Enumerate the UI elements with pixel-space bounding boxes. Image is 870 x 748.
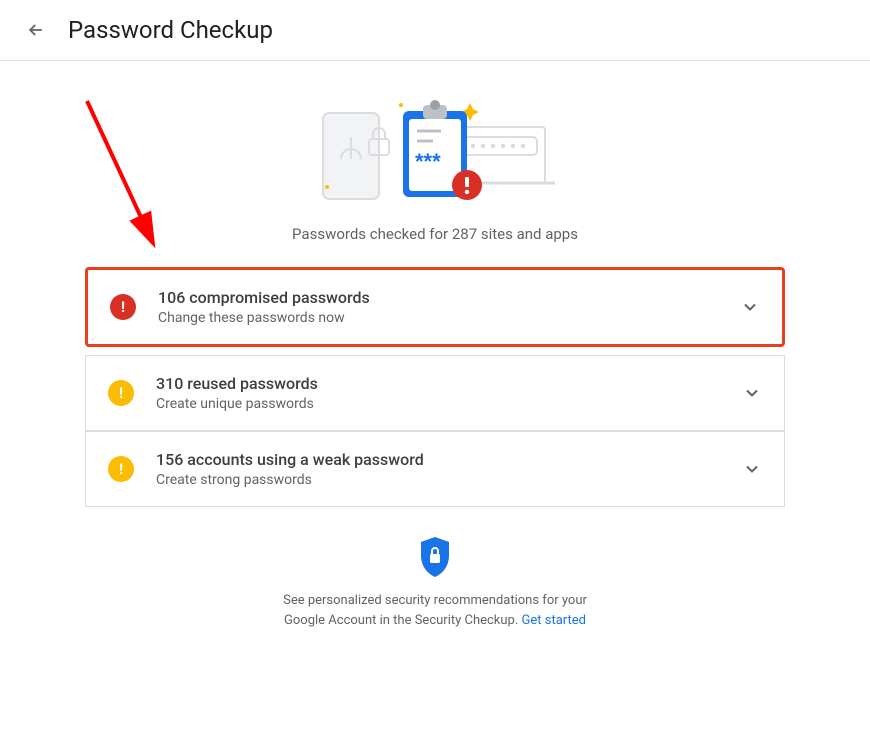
- card-body: 106 compromised passwords Change these p…: [158, 288, 728, 326]
- checked-summary-text: Passwords checked for 287 sites and apps: [85, 225, 785, 243]
- warning-icon: !: [108, 380, 134, 406]
- chevron-down-icon: [742, 459, 762, 479]
- svg-text:***: ***: [415, 149, 441, 174]
- card-body: 156 accounts using a weak password Creat…: [156, 450, 730, 488]
- card-title: 106 compromised passwords: [158, 288, 728, 307]
- alert-icon: !: [110, 294, 136, 320]
- main-content: *** Passwords checked for 287 sites and …: [85, 61, 785, 660]
- card-subtitle: Create strong passwords: [156, 472, 730, 488]
- back-button[interactable]: [24, 18, 48, 42]
- footer-line-1: See personalized security recommendation…: [283, 593, 587, 608]
- footer-line-2: Google Account in the Security Checkup.: [284, 613, 522, 628]
- get-started-link[interactable]: Get started: [522, 613, 586, 628]
- shield-lock-icon: [418, 535, 452, 579]
- weak-passwords-card[interactable]: ! 156 accounts using a weak password Cre…: [85, 431, 785, 507]
- card-body: 310 reused passwords Create unique passw…: [156, 374, 730, 412]
- hero-illustration: ***: [85, 91, 785, 211]
- chevron-down-icon: [740, 297, 760, 317]
- page-title: Password Checkup: [68, 16, 273, 44]
- header: Password Checkup: [0, 0, 870, 61]
- footer: See personalized security recommendation…: [85, 535, 785, 630]
- chevron-down-icon: [742, 383, 762, 403]
- card-subtitle: Change these passwords now: [158, 310, 728, 326]
- reused-passwords-card[interactable]: ! 310 reused passwords Create unique pas…: [85, 355, 785, 431]
- card-subtitle: Create unique passwords: [156, 396, 730, 412]
- footer-text: See personalized security recommendation…: [283, 591, 587, 630]
- card-title: 156 accounts using a weak password: [156, 450, 730, 469]
- warning-icon: !: [108, 456, 134, 482]
- compromised-passwords-card[interactable]: ! 106 compromised passwords Change these…: [85, 267, 785, 347]
- issue-card-list: ! 106 compromised passwords Change these…: [85, 267, 785, 507]
- clipboard-password-icon: ***: [305, 91, 565, 211]
- card-title: 310 reused passwords: [156, 374, 730, 393]
- arrow-left-icon: [26, 20, 46, 40]
